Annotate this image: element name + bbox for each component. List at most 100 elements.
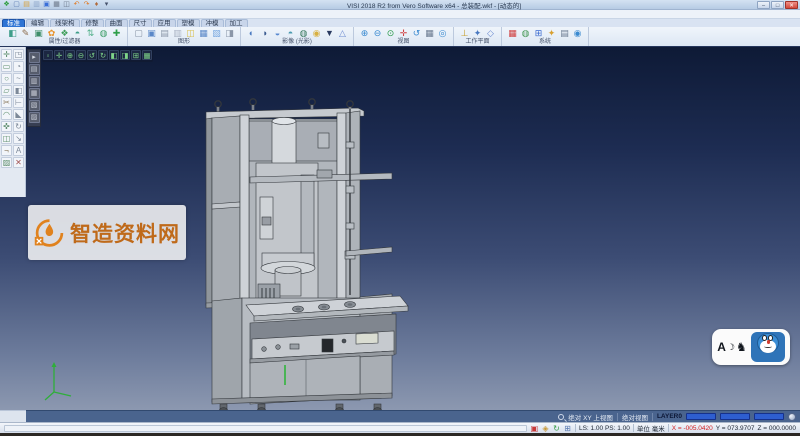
new-file-icon[interactable]: ▢ [12, 1, 21, 9]
select-mode-icon[interactable]: ▫ [43, 50, 53, 60]
swap-filter-icon[interactable]: ⇅ [85, 28, 96, 39]
snap-center-icon[interactable]: ⊖ [76, 50, 86, 60]
snap-mid-icon[interactable]: ⊕ [65, 50, 75, 60]
filter-flower-icon[interactable]: ✿ [46, 28, 57, 39]
minimize-button[interactable]: – [757, 1, 770, 9]
plugins-icon[interactable]: ✦ [546, 28, 557, 39]
toolbar-tab[interactable]: 加工 [225, 19, 248, 27]
workplane-icon[interactable]: ⊥ [459, 28, 470, 39]
zoom-out-icon[interactable]: ⊖ [372, 28, 383, 39]
system-grid-icon[interactable]: ▦ [507, 28, 518, 39]
snap-edge-icon[interactable]: ⊞ [131, 50, 141, 60]
toolbar-tab[interactable]: 编辑 [26, 19, 49, 27]
view-grid-icon[interactable]: ▦ [424, 28, 435, 39]
solid-icon[interactable]: ◧ [13, 85, 24, 96]
view-mode-label[interactable]: 绝对视图 [622, 412, 648, 422]
light-icon[interactable]: ◉ [311, 28, 322, 39]
fillet-icon[interactable]: ◠ [1, 109, 12, 120]
toolbar-tab[interactable]: 曲面 [105, 19, 128, 27]
zoom-fit-icon[interactable]: ⊙ [385, 28, 396, 39]
snap-face-icon[interactable]: ◨ [120, 50, 130, 60]
ghost-view-icon[interactable]: ▥ [172, 28, 183, 39]
trim-icon[interactable]: ✂ [1, 97, 12, 108]
hatch-icon[interactable]: ▨ [1, 157, 12, 168]
view-preset-button-2[interactable] [720, 413, 750, 420]
arc-icon[interactable]: ◔ [13, 61, 24, 72]
scale-icon[interactable]: ↘ [13, 133, 24, 144]
rotate-view-icon[interactable]: ↺ [411, 28, 422, 39]
transparency-icon[interactable]: ◨ [224, 28, 235, 39]
zoom-in-icon[interactable]: ⊕ [359, 28, 370, 39]
toolbar-tab[interactable]: 塑模 [177, 19, 200, 27]
surface-icon[interactable]: ▱ [1, 85, 12, 96]
extend-icon[interactable]: ⊢ [13, 97, 24, 108]
material-icon[interactable]: ◍ [298, 28, 309, 39]
snap-mode-label[interactable]: 绝对 XY 上视图 [568, 412, 613, 422]
delete-icon[interactable]: ✕ [13, 157, 24, 168]
maximize-button[interactable]: □ [771, 1, 784, 9]
edit-attributes-icon[interactable]: ✎ [20, 28, 31, 39]
save-icon[interactable]: ▣ [42, 1, 51, 9]
snap-grid-icon[interactable]: ◧ [109, 50, 119, 60]
settings-panel-icon[interactable]: ▨ [29, 112, 40, 123]
grid-indicator-icon[interactable]: ⊞ [563, 424, 572, 433]
toolbar-options-icon[interactable]: ▾ [102, 1, 111, 9]
shadow-icon[interactable]: ◑ [259, 28, 270, 39]
view-preset-button-3[interactable] [754, 413, 784, 420]
nav-sphere-icon[interactable] [788, 413, 796, 421]
ambient-icon[interactable]: ◒ [272, 28, 283, 39]
assembly-panel-icon[interactable]: ▧ [29, 100, 40, 111]
shaded-view-icon[interactable]: ▣ [146, 28, 157, 39]
layers-panel-icon[interactable]: ▥ [29, 76, 40, 87]
snap-quad-icon[interactable]: ↺ [87, 50, 97, 60]
shading-icon[interactable]: ◐ [246, 28, 257, 39]
dock-toggle-icon[interactable]: ▸ [29, 52, 40, 63]
line-icon[interactable]: ▭ [1, 61, 12, 72]
toolbar-tab[interactable]: 尺寸 [129, 19, 152, 27]
rotate-icon[interactable]: ↻ [13, 121, 24, 132]
measure-icon[interactable]: ¬ [1, 145, 12, 156]
select-icon[interactable]: ✛ [1, 49, 12, 60]
attributes-icon[interactable]: ◧ [7, 28, 18, 39]
ortho-indicator-icon[interactable]: ◈ [541, 424, 550, 433]
pan-icon[interactable]: ✛ [398, 28, 409, 39]
import-file-icon[interactable]: ▥ [32, 1, 41, 9]
print-icon[interactable]: ◫ [62, 1, 71, 9]
environment-icon[interactable]: △ [337, 28, 348, 39]
history-panel-icon[interactable]: ▦ [29, 88, 40, 99]
mirror-icon[interactable]: ◫ [1, 133, 12, 144]
open-file-icon[interactable]: ▤ [22, 1, 31, 9]
color-swatch-icon[interactable]: ▣ [33, 28, 44, 39]
circle-icon[interactable]: ○ [1, 73, 12, 84]
wireframe-view-icon[interactable]: ▢ [133, 28, 144, 39]
visibility-filter-icon[interactable]: ◍ [98, 28, 109, 39]
wireframe-panel-icon[interactable]: ▤ [29, 64, 40, 75]
database-icon[interactable]: ⊞ [533, 28, 544, 39]
curve-icon[interactable]: ~ [13, 73, 24, 84]
active-layer-label[interactable]: LAYER0 [657, 413, 682, 420]
toolbar-tab[interactable]: 冲模 [201, 19, 224, 27]
background-icon[interactable]: ▼ [324, 28, 335, 39]
close-button[interactable]: ✕ [785, 1, 798, 9]
hidden-line-icon[interactable]: ▤ [159, 28, 170, 39]
visi-logo-icon[interactable]: ❖ [2, 1, 11, 9]
desktop-widget[interactable]: A ☽ ♞ [712, 329, 790, 365]
globe-icon[interactable]: ◉ [572, 28, 583, 39]
save-as-icon[interactable]: ▦ [52, 1, 61, 9]
snap-end-icon[interactable]: ✛ [54, 50, 64, 60]
stamp-icon[interactable]: ♦ [92, 1, 101, 9]
snap-intersect-icon[interactable]: ↻ [98, 50, 108, 60]
render-view-icon[interactable]: ▦ [198, 28, 209, 39]
text-icon[interactable]: A [13, 145, 24, 156]
redo-icon[interactable]: ↷ [82, 1, 91, 9]
toolbar-tab[interactable]: 修整 [81, 19, 104, 27]
layer-filter-icon[interactable]: ❖ [59, 28, 70, 39]
add-filter-icon[interactable]: ✚ [111, 28, 122, 39]
settings-icon[interactable]: ◍ [520, 28, 531, 39]
view-preset-button-1[interactable] [686, 413, 716, 420]
toolbar-tab[interactable]: 线架构 [50, 19, 80, 27]
reflection-icon[interactable]: ◓ [285, 28, 296, 39]
undo-icon[interactable]: ↶ [72, 1, 81, 9]
chamfer-icon[interactable]: ◣ [13, 109, 24, 120]
layers-icon[interactable]: ▤ [559, 28, 570, 39]
